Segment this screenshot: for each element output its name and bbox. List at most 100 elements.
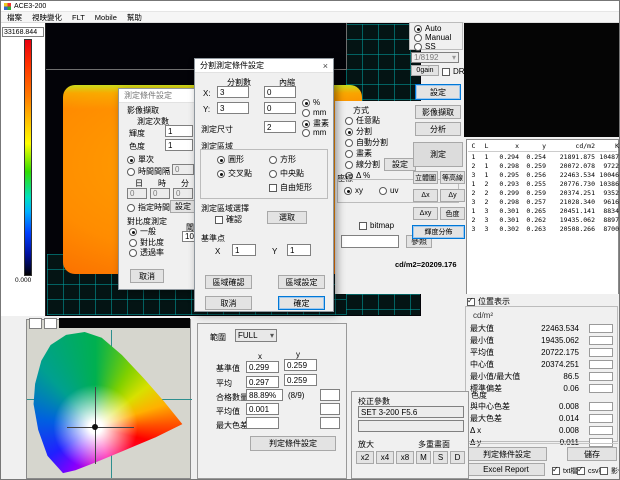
circle-radio[interactable]: 圓形 xyxy=(217,154,244,165)
stat-aux-box[interactable] xyxy=(589,414,613,423)
calibration-preset-field[interactable]: SET 3-200 F5.6 xyxy=(358,406,464,418)
split-dialog-ok-button[interactable]: 確定 xyxy=(278,296,325,310)
delta-x-button[interactable]: Δx xyxy=(413,189,438,202)
zero-gain-button[interactable]: 0gain xyxy=(411,65,439,76)
contour-button[interactable]: 等高線 xyxy=(440,171,465,184)
bitmap-checkbox[interactable]: bitmap xyxy=(359,221,394,230)
analyze-button[interactable]: 分析 xyxy=(415,122,461,136)
center-radio[interactable]: 中央點 xyxy=(269,168,304,179)
exposure-auto-radio[interactable]: Auto xyxy=(414,24,441,33)
dr-checkbox[interactable]: DR xyxy=(442,67,465,76)
zoom-button-x8[interactable]: x8 xyxy=(396,451,414,464)
x-div-field[interactable]: 3 xyxy=(217,86,249,98)
time-set-button[interactable]: 設定 xyxy=(170,200,196,213)
reference-y-field[interactable]: 0.259 xyxy=(284,359,317,371)
table-row[interactable]: 230.3010.26219435.0628897 xyxy=(468,216,617,225)
table-row[interactable]: 130.3010.26520451.1418834 xyxy=(468,207,617,216)
normal-radio[interactable]: 一般 xyxy=(129,226,156,237)
timed-radio[interactable]: 指定時間 xyxy=(127,202,170,213)
average-y-field[interactable]: 0.259 xyxy=(284,374,317,386)
free-rect-checkbox[interactable]: 自由矩形 xyxy=(269,182,312,193)
color-button[interactable]: 色度 xyxy=(440,207,465,220)
coord-uv-radio[interactable]: uv xyxy=(379,186,398,195)
cross-radio[interactable]: 交叉點 xyxy=(217,168,252,179)
lum-count-field[interactable]: 1 xyxy=(165,125,193,137)
stat-aux-box[interactable] xyxy=(589,438,613,447)
square-radio[interactable]: 方形 xyxy=(269,154,296,165)
measurement-table[interactable]: CLxycd/m2K 110.2940.25421891.87510487210… xyxy=(466,139,619,296)
menu-item[interactable]: FLT xyxy=(72,13,85,22)
cie-cell-1[interactable] xyxy=(29,318,42,329)
zoom-button-x4[interactable]: x4 xyxy=(376,451,394,464)
mm2-radio[interactable]: mm xyxy=(302,128,326,137)
single-radio[interactable]: 單次 xyxy=(127,154,154,165)
table-row[interactable]: 330.3020.26320508.2668700 xyxy=(468,225,617,234)
reference-x-field[interactable]: 0.299 xyxy=(246,361,279,373)
stat-aux-box[interactable] xyxy=(589,336,613,345)
table-row[interactable]: 120.2930.25520776.73010386 xyxy=(468,180,617,189)
delta-xy-button[interactable]: Δxy xyxy=(413,207,438,220)
menu-item[interactable]: 幫助 xyxy=(127,12,142,23)
stat-aux-box[interactable] xyxy=(589,402,613,411)
transmit-radio[interactable]: 透過率 xyxy=(129,247,164,258)
table-row[interactable]: 220.2990.25920374.2519352 xyxy=(468,189,617,198)
coord-xy-radio[interactable]: xy xyxy=(344,186,363,195)
table-row[interactable]: 210.2980.25920072.0789722 xyxy=(468,162,617,171)
stat-aux-box[interactable] xyxy=(589,348,613,357)
stat-aux-box[interactable] xyxy=(589,384,613,393)
judge-condition-button[interactable]: 判定條件設定 xyxy=(467,447,547,461)
table-row[interactable]: 110.2940.25421891.87510487 xyxy=(468,153,617,162)
save-button[interactable]: 儲存 xyxy=(567,447,617,461)
capture-button[interactable]: 影像擷取 xyxy=(415,105,461,119)
stat-aux-box[interactable] xyxy=(589,324,613,333)
table-row[interactable]: 320.2980.25721028.3409616 xyxy=(468,198,617,207)
cie-horseshoe-diagram[interactable] xyxy=(32,332,187,476)
cie-cell-2[interactable] xyxy=(44,318,57,329)
close-icon[interactable]: × xyxy=(323,61,328,71)
stat-aux-box[interactable] xyxy=(589,426,613,435)
set-button[interactable]: 設定 xyxy=(415,84,461,100)
multi-button-S[interactable]: S xyxy=(433,451,448,464)
image-checkbox[interactable]: 影像檔 xyxy=(600,466,620,476)
multi-button-D[interactable]: D xyxy=(450,451,465,464)
mode-radio-分割[interactable]: 分割 xyxy=(345,127,388,136)
interval-radio[interactable]: 時間間隔 xyxy=(127,166,170,177)
exposure-ss-radio[interactable]: SS xyxy=(414,42,436,51)
mode-radio-自動分割[interactable]: 自動分割 xyxy=(345,138,388,147)
zoom-button-x2[interactable]: x2 xyxy=(356,451,374,464)
excel-report-button[interactable]: Excel Report xyxy=(467,463,545,476)
stat-aux-box[interactable] xyxy=(589,360,613,369)
bitmap-path-field[interactable] xyxy=(341,235,399,248)
delta-y-button[interactable]: Δy xyxy=(440,189,465,202)
base-x-field[interactable]: 1 xyxy=(232,244,256,256)
luminance-distribution-button[interactable]: 輝度分佈 xyxy=(412,225,465,239)
confirm-checkbox[interactable]: 確認 xyxy=(215,214,242,225)
shutter-dropdown[interactable]: 1/8192▾ xyxy=(411,52,459,63)
measure-button[interactable]: 測定 xyxy=(413,142,463,167)
mode-radio-畫素[interactable]: 畫素 xyxy=(345,149,388,158)
split-dialog-titlebar[interactable]: 分割測定條件設定 × xyxy=(195,59,333,73)
y-inset-field[interactable]: 0 xyxy=(264,102,296,114)
mode-set-button[interactable]: 設定 xyxy=(384,158,416,171)
average-x-field[interactable]: 0.297 xyxy=(246,376,279,388)
base-y-field[interactable]: 1 xyxy=(287,244,311,256)
range-dropdown[interactable]: FULL▾ xyxy=(235,329,277,342)
menu-item[interactable]: 檔案 xyxy=(7,12,22,23)
area-confirm-button[interactable]: 區域確認 xyxy=(205,275,252,289)
pick-button[interactable]: 選取 xyxy=(267,211,307,224)
area-set-button[interactable]: 區域設定 xyxy=(278,275,325,289)
percent-radio[interactable]: % xyxy=(302,98,320,107)
mm-radio[interactable]: mm xyxy=(302,108,326,117)
menu-item[interactable]: Mobile xyxy=(95,13,117,22)
multi-button-M[interactable]: M xyxy=(416,451,431,464)
judge-condition-button-mid[interactable]: 判定條件設定 xyxy=(250,436,336,451)
mode-radio-線分割[interactable]: 線分割 xyxy=(345,160,388,169)
table-row[interactable]: 310.2950.25622463.53410046 xyxy=(468,171,617,180)
size-field[interactable]: 2 xyxy=(264,121,296,133)
exposure-manual-radio[interactable]: Manual xyxy=(414,33,451,42)
menu-item[interactable]: 視映變化 xyxy=(32,12,62,23)
measure-dialog-cancel-button[interactable]: 取消 xyxy=(130,269,164,283)
x-inset-field[interactable]: 0 xyxy=(264,86,296,98)
split-dialog-cancel-button[interactable]: 取消 xyxy=(205,296,252,310)
solid-graph-button[interactable]: 立體圖 xyxy=(413,171,438,184)
